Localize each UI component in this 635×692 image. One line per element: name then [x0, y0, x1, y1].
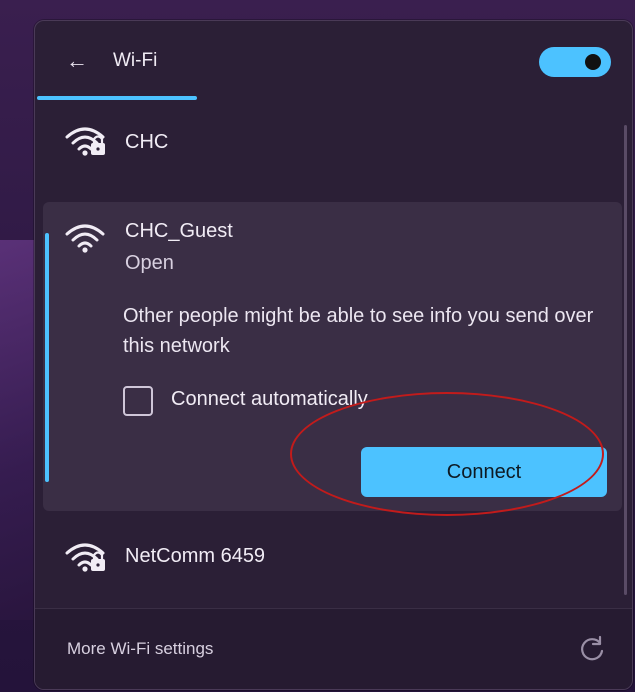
network-name-netcomm-6459: NetComm 6459: [125, 545, 266, 567]
wifi-secured-icon: [65, 543, 105, 572]
network-name-chc-guest: CHC_Guest: [125, 220, 233, 242]
wifi-footer: More Wi-Fi settings: [35, 608, 632, 689]
wifi-open-icon: [65, 224, 105, 253]
network-name-chc: CHC: [125, 131, 169, 153]
toggle-knob: [585, 54, 601, 70]
refresh-icon[interactable]: [578, 635, 606, 663]
arrow-left-icon: ←: [66, 48, 88, 73]
header-accent-underline: [37, 96, 197, 100]
connect-button[interactable]: Connect: [361, 447, 607, 497]
more-wifi-settings-link[interactable]: More Wi-Fi settings: [67, 639, 213, 659]
network-item-chc[interactable]: CHC: [35, 107, 632, 177]
page-title: Wi-Fi: [113, 50, 158, 71]
connect-automatically-checkbox[interactable]: [123, 386, 153, 416]
network-security-status: Open: [125, 252, 174, 274]
connect-automatically-label: Connect automatically: [171, 388, 368, 410]
wifi-flyout-panel: ← Wi-Fi CHC CHC_Guest Open Other people …: [34, 20, 633, 690]
open-network-warning: Other people might be able to see info y…: [123, 305, 594, 357]
wifi-header: ← Wi-Fi: [35, 21, 632, 101]
network-item-chc-guest-expanded: CHC_Guest Open Other people might be abl…: [43, 202, 622, 511]
network-item-netcomm-6459[interactable]: NetComm 6459: [35, 521, 632, 591]
selection-indicator: [45, 233, 49, 482]
wifi-secured-icon: [65, 127, 105, 156]
back-button[interactable]: ←: [63, 47, 91, 75]
wifi-toggle[interactable]: [539, 47, 611, 77]
